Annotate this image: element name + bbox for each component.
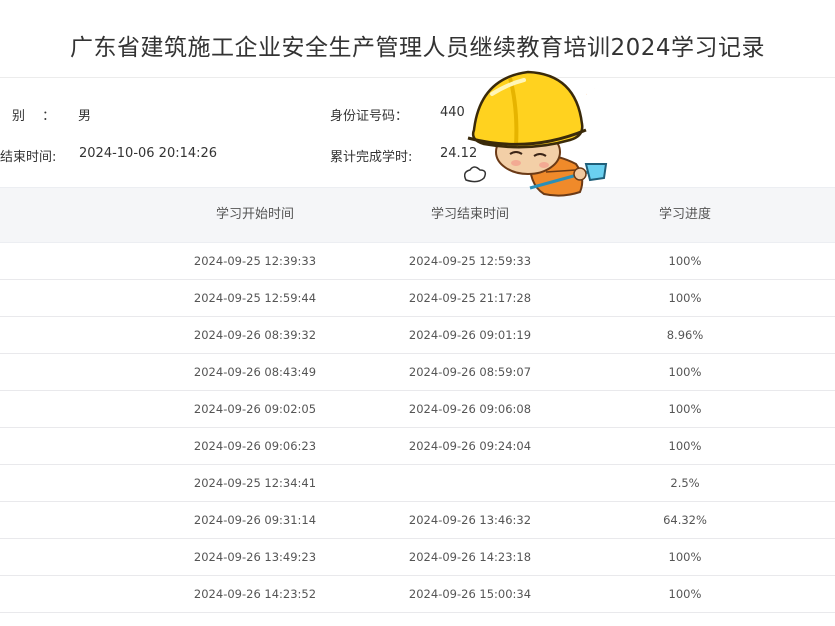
progress-cell: 2.5% [670,476,700,490]
progress-cell: 91.66% [580,613,790,626]
table-row: 2024-09-25 12:34:41 2.5% [0,465,835,502]
end-time-cell: 2024-09-26 15:00:34 [408,587,532,601]
end-time-cell: 2024-09-26 09:24:04 [408,439,532,453]
table-body: 2024-09-25 12:39:33 2024-09-25 12:59:33 … [0,243,835,626]
start-time-cell: 2024-09-25 12:59:44 [193,291,317,305]
end-time-value: 2024-10-06 20:14:26 [79,146,218,161]
progress-cell: 100% [668,402,702,416]
gender-value: 男 [78,109,92,124]
table-row: 2024-09-26 13:49:23 2024-09-26 14:23:18 … [0,539,835,576]
table-header: 学习开始时间 学习结束时间 学习进度 [0,187,835,243]
start-time-cell: 2024-09-26 14:23:52 [193,587,317,601]
end-time-cell: 2024-09-26 13:46:32 [408,513,532,527]
total-hours-label: 累计完成学时: [330,150,413,165]
end-time-cell: 2024-09-26 09:06:08 [408,402,532,416]
id-number-label: 身份证号码： [330,109,409,124]
sticker-text: 收工 [584,78,616,104]
start-time-cell: 2024-09-25 12:39:33 [193,254,317,268]
start-time-cell: 2024-09-26 08:43:49 [193,365,317,379]
table-row: 2024-09-26 09:06:23 2024-09-26 09:24:04 … [0,428,835,465]
start-time-cell: 2024-09-26 13:49:23 [193,550,317,564]
end-time-cell: 2024-09-29 09:26:01 [365,613,575,626]
table-row: 2024-09-25 12:59:44 2024-09-25 21:17:28 … [0,280,835,317]
progress-cell: 8.96% [666,328,704,342]
column-header-start-time: 学习开始时间 [215,207,294,222]
table-row: 2024-09-26 09:02:05 2024-09-26 09:06:08 … [0,391,835,428]
end-time-cell [365,465,575,501]
progress-cell: 100% [668,365,702,379]
table-row: 2024-09-26 18:18:37 2024-09-29 09:26:01 … [0,613,835,626]
start-time-cell: 2024-09-25 12:34:41 [193,476,317,490]
table-row: 2024-09-26 08:43:49 2024-09-26 08:59:07 … [0,354,835,391]
progress-cell: 64.32% [663,513,707,527]
end-time-cell: 2024-09-25 12:59:33 [408,254,532,268]
end-time-cell: 2024-09-26 08:59:07 [408,365,532,379]
start-time-cell: 2024-09-26 09:06:23 [193,439,317,453]
progress-cell: 100% [668,587,702,601]
table-row: 2024-09-26 14:23:52 2024-09-26 15:00:34 … [0,576,835,613]
table-row: 2024-09-25 12:39:33 2024-09-25 12:59:33 … [0,243,835,280]
start-time-cell: 2024-09-26 18:18:37 [150,613,360,626]
end-time-cell: 2024-09-26 09:01:19 [408,328,532,342]
gender-label: 别 ： [12,109,56,124]
start-time-cell: 2024-09-26 09:31:14 [193,513,317,527]
progress-cell: 100% [668,254,702,268]
start-time-cell: 2024-09-26 09:02:05 [193,402,317,416]
table-row: 2024-09-26 09:31:14 2024-09-26 13:46:32 … [0,502,835,539]
progress-cell: 100% [668,291,702,305]
table-row: 2024-09-26 08:39:32 2024-09-26 09:01:19 … [0,317,835,354]
page-title: 广东省建筑施工企业安全生产管理人员继续教育培训2024学习记录 [69,35,766,61]
progress-cell: 100% [668,550,702,564]
start-time-cell: 2024-09-26 08:39:32 [193,328,317,342]
end-time-label: 结束时间: [0,150,57,165]
title-divider [0,77,835,78]
learning-record-page: 广东省建筑施工企业安全生产管理人员继续教育培训2024学习记录 别 ： 男 身份… [0,0,835,626]
end-time-cell: 2024-09-26 14:23:18 [408,550,532,564]
construction-worker-sticker-icon: 收工 [463,70,616,197]
end-time-cell: 2024-09-25 21:17:28 [408,291,532,305]
progress-cell: 100% [668,439,702,453]
